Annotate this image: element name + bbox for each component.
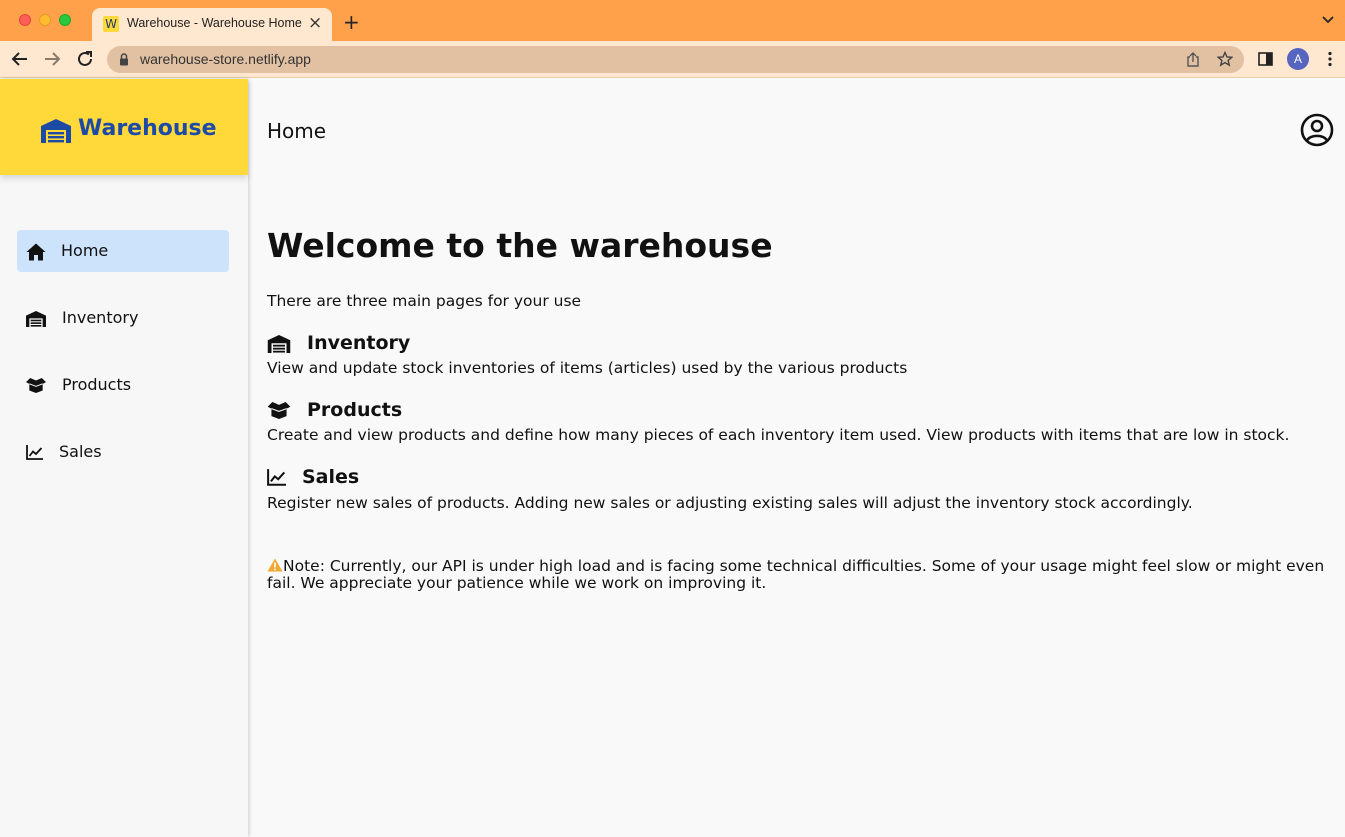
tab-search-chevron-icon[interactable]	[1321, 13, 1335, 27]
browser-tab-bar: W Warehouse - Warehouse Home × +	[0, 0, 1345, 41]
section-title-products: Products	[307, 399, 403, 421]
brand-name: Warehouse	[78, 116, 217, 141]
chart-line-icon	[26, 445, 43, 460]
account-circle-icon[interactable]	[1300, 113, 1334, 147]
sidebar-item-label: Inventory	[62, 308, 139, 327]
sidebar-item-label: Products	[62, 375, 132, 394]
window-close-button[interactable]	[19, 14, 31, 26]
section-description: Register new sales of products. Adding n…	[267, 494, 1193, 512]
back-arrow-icon[interactable]	[11, 50, 29, 68]
section-description: Create and view products and define how …	[267, 426, 1290, 444]
section-description: View and update stock inventories of ite…	[267, 359, 908, 377]
intro-text: There are three main pages for your use	[267, 292, 582, 310]
new-tab-icon[interactable]: +	[343, 10, 360, 34]
lock-icon[interactable]	[119, 53, 129, 66]
forward-arrow-icon[interactable]	[43, 50, 61, 68]
window-zoom-button[interactable]	[59, 14, 71, 26]
tab-title: Warehouse - Warehouse Home	[127, 16, 302, 30]
chart-line-icon	[267, 469, 286, 486]
window-minimize-button[interactable]	[39, 14, 51, 26]
share-icon[interactable]	[1186, 52, 1200, 67]
section-title-sales: Sales	[302, 466, 360, 488]
warehouse-icon	[26, 311, 46, 327]
profile-avatar[interactable]: A	[1287, 48, 1309, 70]
page-title: Home	[267, 119, 327, 143]
sidebar-item-inventory[interactable]: Inventory	[17, 297, 229, 339]
warning-icon	[267, 558, 283, 572]
warehouse-icon	[267, 335, 291, 353]
reload-icon[interactable]	[76, 50, 94, 68]
brand-header[interactable]: Warehouse	[0, 79, 248, 175]
sidebar-item-sales[interactable]: Sales	[17, 431, 229, 473]
box-icon	[26, 378, 46, 393]
tab-close-icon[interactable]: ×	[308, 13, 322, 33]
box-icon	[267, 402, 291, 419]
bookmark-star-icon[interactable]	[1217, 51, 1233, 67]
address-bar[interactable]: warehouse-store.netlify.app	[107, 46, 1244, 73]
home-icon	[26, 243, 46, 261]
sidebar-item-label: Home	[61, 241, 109, 260]
section-title-inventory: Inventory	[307, 332, 411, 354]
url-text: warehouse-store.netlify.app	[140, 51, 311, 67]
sidebar-item-home[interactable]: Home	[17, 230, 229, 272]
sidebar-item-products[interactable]: Products	[17, 364, 229, 406]
api-warning-note: Note: Currently, our API is under high l…	[267, 558, 1327, 592]
main-content: Home Welcome to the warehouse There are …	[248, 79, 1345, 837]
warehouse-logo-icon	[41, 119, 71, 143]
sidebar: Warehouse Home Inventory Products Sales	[0, 79, 248, 837]
browser-menu-icon[interactable]	[1327, 51, 1333, 67]
browser-tab[interactable]: W Warehouse - Warehouse Home ×	[92, 8, 332, 41]
favicon-icon: W	[103, 16, 119, 32]
sidebar-item-label: Sales	[59, 442, 102, 461]
note-text: Note: Currently, our API is under high l…	[267, 557, 1325, 592]
welcome-heading: Welcome to the warehouse	[267, 226, 773, 265]
browser-toolbar: warehouse-store.netlify.app A	[0, 41, 1345, 78]
side-panel-icon[interactable]	[1258, 52, 1273, 66]
